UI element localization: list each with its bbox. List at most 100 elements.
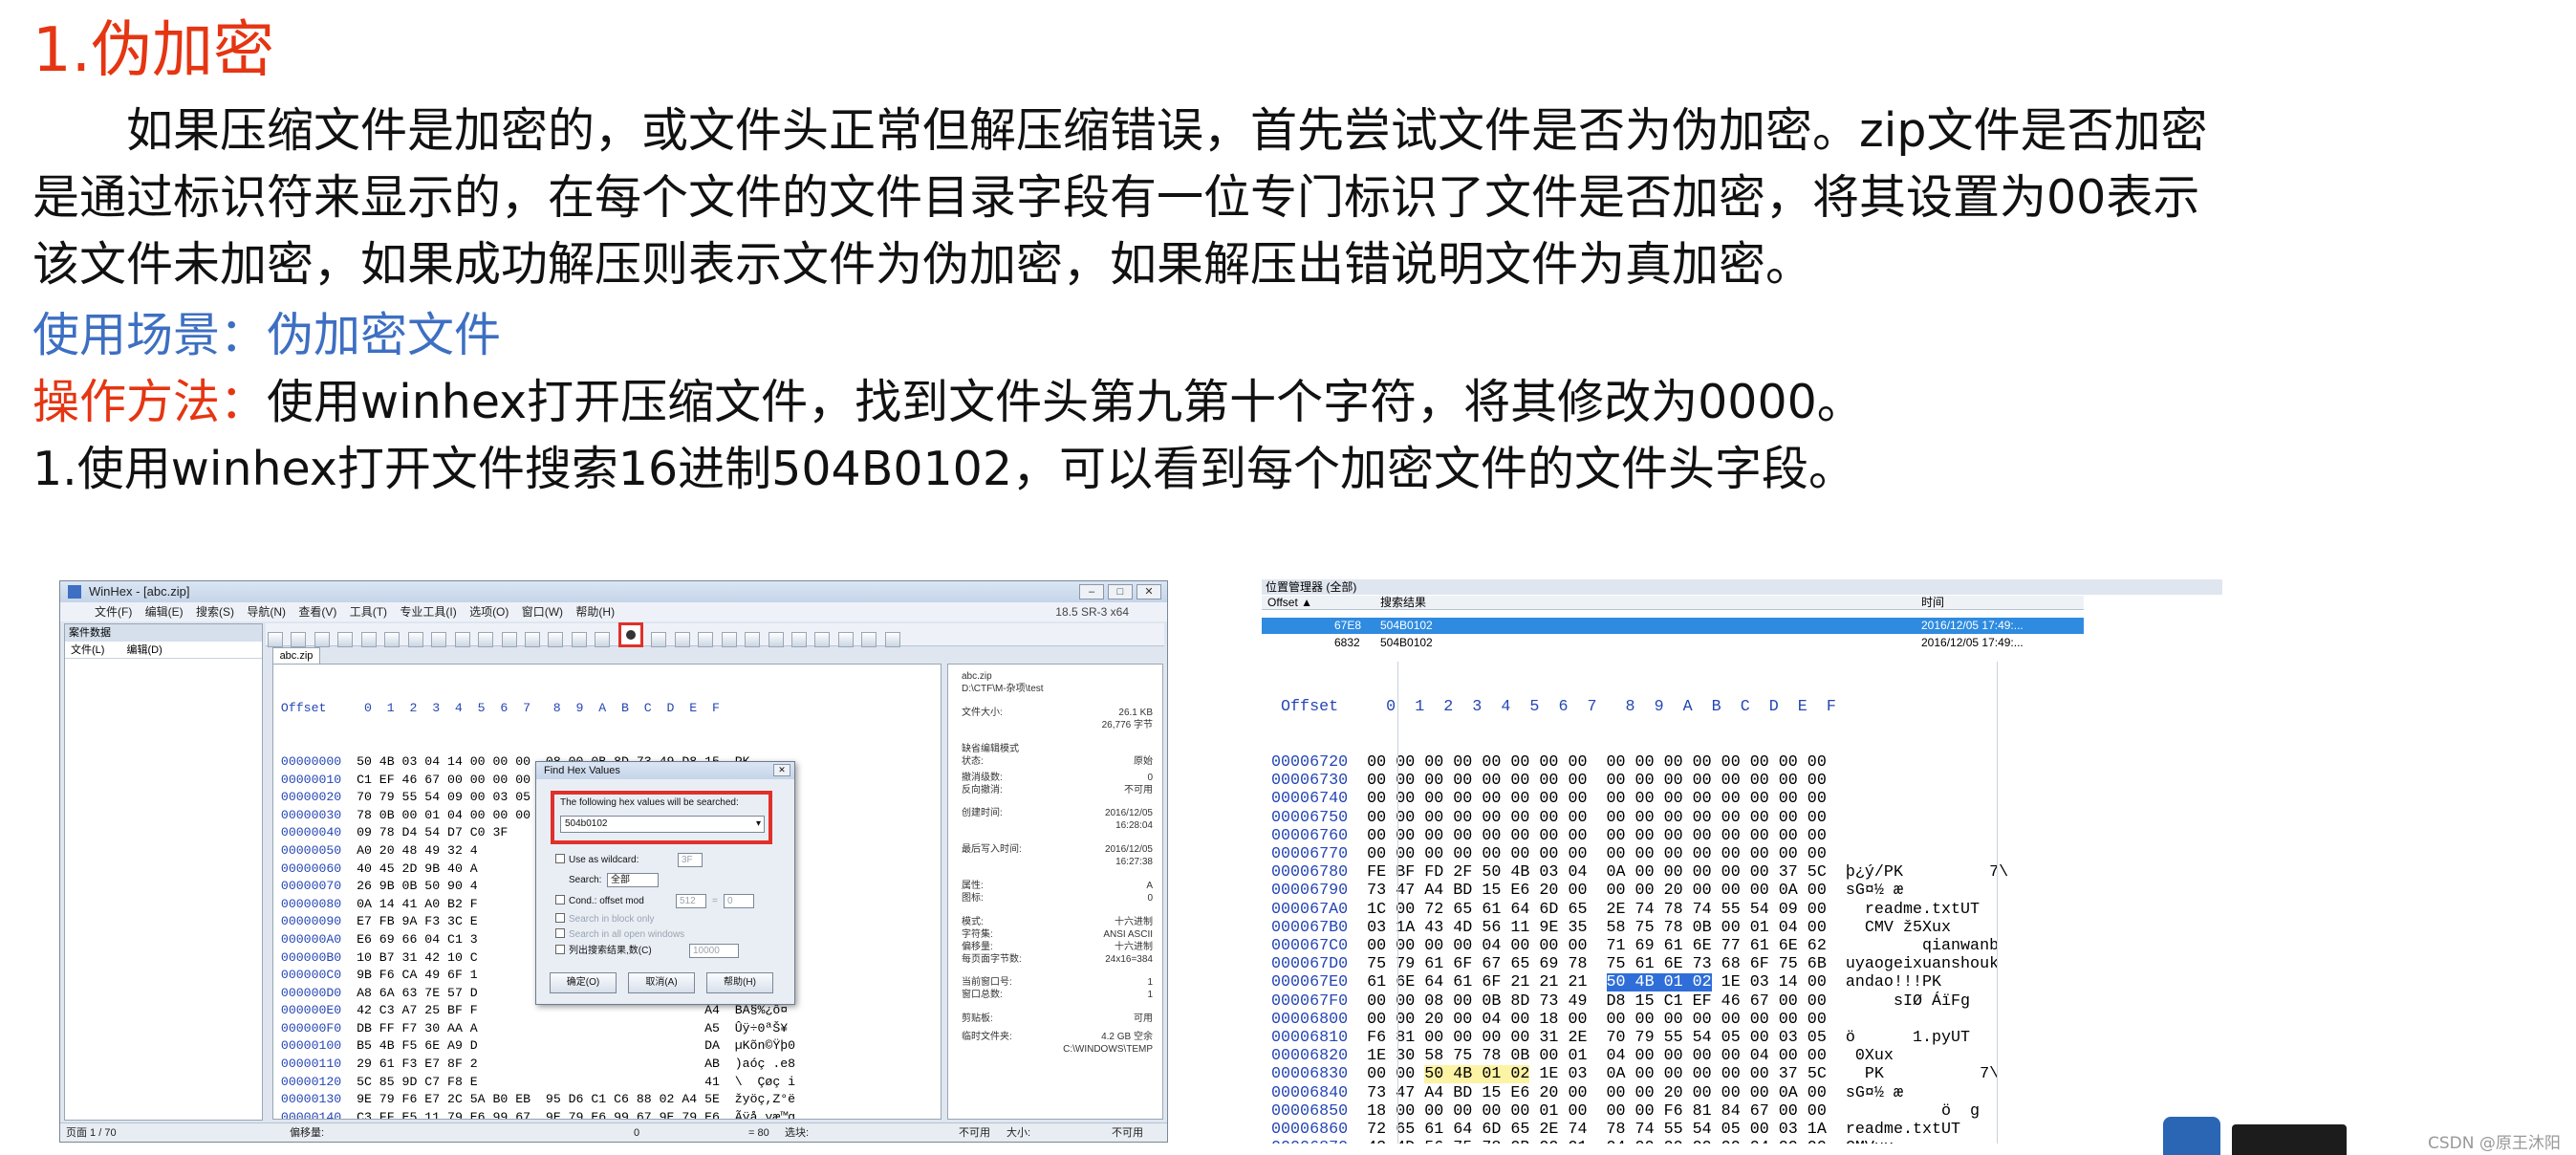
cond-offset-checkbox[interactable]: Cond.: offset mod 512 = 0 xyxy=(555,894,754,908)
hex-row-ascii[interactable]: PK 7\ xyxy=(1827,1065,1999,1083)
find-text-icon[interactable] xyxy=(571,632,587,647)
hex-row[interactable]: 000000F0 DB FF F7 30 AA A A5 Ûÿ÷0ªŠ¥ xyxy=(273,1020,941,1038)
find-binoculars-icon[interactable] xyxy=(595,632,611,647)
hex-row-bytes[interactable]: 75 79 61 6F 67 65 69 78 75 61 6E 73 68 6… xyxy=(1367,955,1827,973)
hex-row-bytes[interactable]: 43 4D 56 75 78 0B 00 01 04 00 00 00 00 0… xyxy=(1367,1139,1827,1144)
open-file-icon[interactable] xyxy=(291,632,307,647)
new-file-icon[interactable] xyxy=(268,632,283,647)
save-icon[interactable] xyxy=(314,632,330,647)
hex-row[interactable]: 000067B0 03 1A 43 4D 56 11 9E 35 58 75 7… xyxy=(1262,919,2222,937)
col-offset[interactable]: Offset ▲ xyxy=(1267,596,1312,609)
copy-icon[interactable] xyxy=(478,632,494,647)
hex-row-ascii[interactable]: readme.txtUT xyxy=(1827,901,1980,919)
hex-row-ascii[interactable]: BÃ§%¿ô¤ xyxy=(720,1003,788,1017)
hex-row-bytes[interactable]: 5C 85 9D C7 F8 E 41 xyxy=(357,1075,720,1089)
hex-row-bytes[interactable]: 73 47 A4 BD 15 E6 20 00 00 00 20 00 00 0… xyxy=(1367,1084,1827,1102)
hex-row-bytes[interactable]: 00 00 00 00 00 00 00 00 00 00 00 00 00 0… xyxy=(1367,772,1827,790)
hex-row-bytes[interactable]: 00 00 00 00 00 00 00 00 00 00 00 00 00 0… xyxy=(1367,809,1827,827)
hex-row[interactable]: 000067E0 61 6E 64 61 6F 21 21 21 50 4B 0… xyxy=(1262,973,2222,992)
replace-icon[interactable] xyxy=(651,632,667,647)
hex-row-ascii[interactable]: ö g xyxy=(1827,1102,1980,1121)
hex-row-bytes[interactable]: 72 65 61 64 6D 65 2E 74 78 74 55 54 05 0… xyxy=(1367,1121,1827,1139)
ram-icon[interactable] xyxy=(407,632,423,647)
hex-row-bytes[interactable]: 29 61 F3 E7 8F 2 AB xyxy=(357,1057,720,1071)
hex-row[interactable]: 00006730 00 00 00 00 00 00 00 00 00 00 0… xyxy=(1262,772,2222,790)
hex-row[interactable]: 000067A0 1C 00 72 65 61 64 6D 65 2E 74 7… xyxy=(1262,901,2222,919)
maximize-button[interactable]: □ xyxy=(1108,584,1133,599)
hex-row-bytes[interactable]: 00 00 00 00 00 00 00 00 00 00 00 00 00 0… xyxy=(1367,827,1827,845)
tab-abc-zip[interactable]: abc.zip xyxy=(272,647,320,664)
hex-row-bytes[interactable]: 61 6E 64 61 6F 21 21 21 50 4B 01 02 1E 0… xyxy=(1367,973,1827,992)
close-button[interactable]: ✕ xyxy=(1136,584,1161,599)
find-hex-values-icon[interactable] xyxy=(617,622,643,647)
hex-row[interactable]: 000067D0 75 79 61 6F 67 65 69 78 75 61 6… xyxy=(1262,955,2222,973)
hex-row-bytes[interactable]: B5 4B F5 6E A9 D DA xyxy=(357,1038,720,1053)
hex-row-ascii[interactable] xyxy=(1827,790,1846,808)
hex-row-bytes[interactable]: 00 00 00 00 00 00 00 00 00 00 00 00 00 0… xyxy=(1367,845,1827,863)
forward-icon[interactable] xyxy=(745,632,761,647)
calculator-icon[interactable] xyxy=(790,632,807,647)
hex-row[interactable]: 00006780 FE BF FD 2F 50 4B 03 04 0A 00 0… xyxy=(1262,863,2222,882)
hex-row-ascii[interactable]: ö 1.pyUT xyxy=(1827,1029,1970,1047)
hex-row[interactable]: 00000130 9E 79 F6 E7 2C 5A B0 EB 95 D6 C… xyxy=(273,1091,941,1109)
block-only-checkbox[interactable]: Search in block only xyxy=(555,913,655,926)
hex-row-ascii[interactable] xyxy=(1827,827,1846,845)
menu-tools[interactable]: 工具(T) xyxy=(350,605,387,619)
hex-row-bytes[interactable]: 1C 00 72 65 61 64 6D 65 2E 74 78 74 55 5… xyxy=(1367,901,1827,919)
next-window-icon[interactable] xyxy=(884,632,900,647)
write-icon[interactable] xyxy=(524,632,540,647)
all-windows-checkbox[interactable]: Search in all open windows xyxy=(555,928,684,942)
hex-row-ascii[interactable]: qianwanb xyxy=(1827,937,1999,955)
result-row[interactable]: 67E8 504B0102 2016/12/05 17:49:... xyxy=(1262,618,2084,634)
hex-row-bytes[interactable]: C3 FF E5 11 79 E6 99 67 9E 79 E6 99 67 9… xyxy=(357,1110,720,1119)
disk-tools-icon[interactable] xyxy=(768,632,784,647)
hex-row[interactable]: 00000110 29 61 F3 E7 8F 2 AB )aóç .e8 xyxy=(273,1056,941,1074)
hex-row-bytes[interactable]: 00 00 00 00 04 00 00 00 71 69 61 6E 77 6… xyxy=(1367,937,1827,955)
list-count-input[interactable]: 10000 xyxy=(689,944,739,958)
menu-edit[interactable]: 编辑(E) xyxy=(145,605,184,619)
hex-row[interactable]: 00006820 1E 30 58 75 78 0B 00 01 04 00 0… xyxy=(1262,1047,2222,1065)
result-row[interactable]: 6832 504B0102 2016/12/05 17:49:... xyxy=(1262,635,2084,651)
minimize-button[interactable]: – xyxy=(1079,584,1104,599)
hex-row-ascii[interactable]: )aóç .e8 xyxy=(720,1057,795,1071)
case-menu-file[interactable]: 文件(L) xyxy=(71,644,104,656)
hex-row-ascii[interactable]: sG¤½ æ xyxy=(1827,882,1903,900)
properties-icon[interactable] xyxy=(360,632,377,647)
hex-row-bytes[interactable]: FE BF FD 2F 50 4B 03 04 0A 00 00 00 00 0… xyxy=(1367,863,1827,882)
hex-row-bytes[interactable]: 18 00 00 00 00 00 01 00 00 00 F6 81 84 6… xyxy=(1367,1102,1827,1121)
hex-row[interactable]: 00006790 73 47 A4 BD 15 E6 20 00 00 00 2… xyxy=(1262,882,2222,900)
undo-icon[interactable] xyxy=(431,632,447,647)
hash-icon[interactable] xyxy=(814,632,831,647)
hex-row[interactable]: 00006750 00 00 00 00 00 00 00 00 00 00 0… xyxy=(1262,809,2222,827)
menu-search[interactable]: 搜索(S) xyxy=(196,605,234,619)
hex-row[interactable]: 00006740 00 00 00 00 00 00 00 00 00 00 0… xyxy=(1262,790,2222,808)
hex-row[interactable]: 00000120 5C 85 9D C7 F8 E 41 \ Çøç i xyxy=(273,1074,941,1092)
menu-file[interactable]: 文件(F) xyxy=(95,605,132,619)
hex-row-ascii[interactable]: \ Çøç i xyxy=(720,1075,795,1089)
list-results-checkbox[interactable]: 列出搜索结果,数(C) 10000 xyxy=(555,944,739,958)
cond-mod-input[interactable]: 512 xyxy=(676,894,706,908)
hex-row-ascii[interactable] xyxy=(1827,772,1846,790)
hex-row-bytes[interactable]: 00 00 50 4B 01 02 1E 03 0A 00 00 00 00 0… xyxy=(1367,1065,1827,1084)
help-button[interactable]: 帮助(H) xyxy=(706,972,773,993)
menu-view[interactable]: 查看(V) xyxy=(298,605,336,619)
hex-row-bytes[interactable]: 00 00 08 00 0B 8D 73 49 D8 15 C1 EF 46 6… xyxy=(1367,992,1827,1011)
print-icon[interactable] xyxy=(337,632,354,647)
hex-row[interactable]: 000000E0 42 C3 A7 25 BF F A4 BÃ§%¿ô¤ xyxy=(273,1002,941,1020)
hex-row-ascii[interactable]: andao!!!PK xyxy=(1827,973,1941,992)
hex-row[interactable]: 00000140 C3 FF E5 11 79 E6 99 67 9E 79 E… xyxy=(273,1109,941,1119)
prev-window-icon[interactable] xyxy=(861,632,877,647)
hex-row-ascii[interactable]: þ¿ý/PK 7\ xyxy=(1827,863,2008,882)
menu-window[interactable]: 窗口(W) xyxy=(522,605,563,619)
hex-row-ascii[interactable]: CMVux xyxy=(1827,1139,1894,1144)
hex-row-ascii[interactable]: uyaogeixuanshouk xyxy=(1827,955,1999,973)
hex-row-ascii[interactable] xyxy=(1827,1011,1846,1029)
fill-icon[interactable] xyxy=(548,632,564,647)
hex-row-ascii[interactable]: žyöç,Z°ë xyxy=(720,1092,795,1106)
cond-value-input[interactable]: 0 xyxy=(724,894,754,908)
hex-row-bytes[interactable]: DB FF F7 30 AA A A5 xyxy=(357,1021,720,1035)
case-menu-edit[interactable]: 编辑(D) xyxy=(127,644,162,656)
open-disk-icon[interactable] xyxy=(384,632,400,647)
hex-row-ascii[interactable]: µKõn©Ÿþ0 xyxy=(720,1038,795,1053)
search-scope-select[interactable]: 全部 xyxy=(607,873,659,887)
